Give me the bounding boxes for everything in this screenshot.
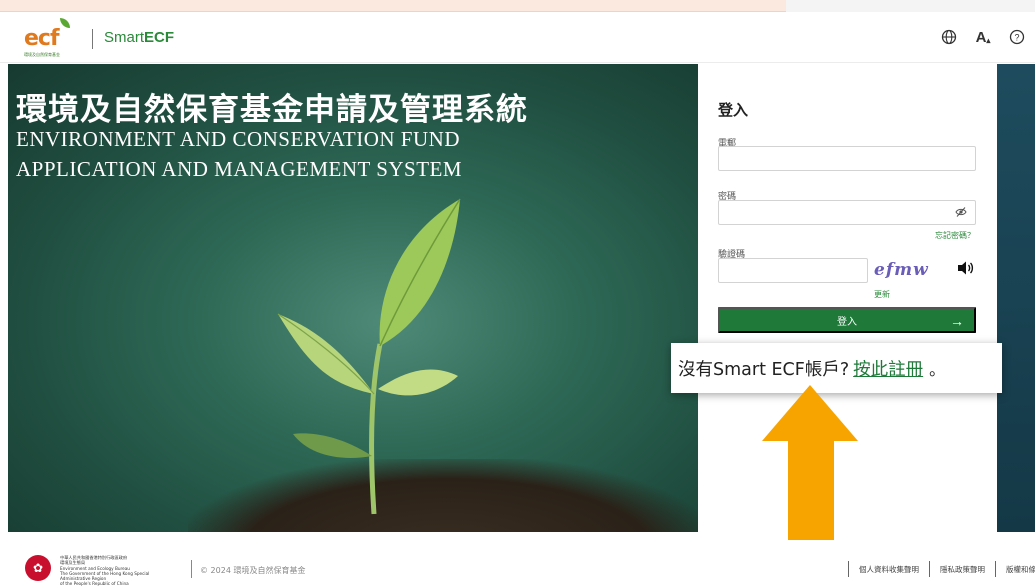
site-header: ecf 環境及自然保育基金 SmartECF A ▴ ? <box>0 13 1035 63</box>
forgot-password-link[interactable]: 忘記密碼？ <box>935 230 975 241</box>
login-panel: 登入 電郵 密碼 忘記密碼？ 驗證碼 efmw 更新 登入 → <box>698 64 997 532</box>
ecf-logo[interactable]: ecf 環境及自然保育基金 <box>24 18 76 62</box>
gov-line-5: of the People's Republic of China <box>60 581 129 587</box>
captcha-field[interactable] <box>718 258 868 283</box>
footer-separator <box>929 561 930 577</box>
smart-ecf-brand: SmartECF <box>104 29 174 46</box>
brand-prefix: Smart <box>104 29 145 46</box>
footer-separator <box>848 561 849 577</box>
globe-icon[interactable] <box>939 27 959 47</box>
ecf-logo-subtitle: 環境及自然保育基金 <box>24 52 60 57</box>
font-size-label: A <box>975 28 987 46</box>
hero-banner: 環境及自然保育基金申請及管理系統 ENVIRONMENT AND CONSERV… <box>8 64 698 532</box>
hero-right-edge <box>997 64 1035 532</box>
footer-separator <box>995 561 996 577</box>
footer-link-personal-data[interactable]: 個人資料收集聲明 <box>859 564 919 575</box>
copyright-text: © 2024 環境及自然保育基金 <box>200 566 306 575</box>
login-title: 登入 <box>718 101 749 119</box>
footer-link-copyright[interactable]: 版權和條件 <box>1006 564 1035 575</box>
header-divider <box>92 29 93 49</box>
font-size-icon[interactable]: A ▴ <box>973 27 993 47</box>
svg-text:?: ? <box>1014 33 1019 43</box>
no-account-text: 沒有Smart ECF帳戶? <box>678 359 850 380</box>
callout-period: 。 <box>929 360 946 379</box>
top-banner-strip <box>0 0 786 12</box>
password-field[interactable] <box>718 200 976 225</box>
orange-arrow-head <box>762 385 858 441</box>
site-footer: ✿ 中華人民共和國香港特別行政區政府 環境及生態局 Environment an… <box>0 540 1035 587</box>
eye-slash-icon[interactable] <box>955 206 967 221</box>
help-icon[interactable]: ? <box>1007 27 1027 47</box>
brand-suffix: ECF <box>144 29 175 46</box>
font-size-small-mark: ▴ <box>986 35 991 45</box>
ecf-logo-text: ecf <box>24 26 60 51</box>
speaker-icon[interactable] <box>956 260 974 280</box>
captcha-refresh-link[interactable]: 更新 <box>874 289 890 300</box>
register-link[interactable]: 按此註冊 <box>853 356 923 381</box>
captcha-image: efmw <box>874 260 929 280</box>
footer-divider <box>191 560 192 578</box>
top-banner-strip-right <box>786 0 1035 12</box>
arrow-right-icon: → <box>950 313 964 329</box>
gov-line-4: The Government of the Hong Kong Special … <box>60 570 150 582</box>
hksar-emblem-icon: ✿ <box>25 555 51 581</box>
header-icon-group: A ▴ ? <box>939 27 1027 47</box>
leaf-icon <box>60 18 70 28</box>
government-label: 中華人民共和國香港特別行政區政府 環境及生態局 Environment and … <box>60 555 180 587</box>
footer-links: 個人資料收集聲明 隱私政策聲明 版權和條件 <box>838 561 1035 577</box>
footer-link-privacy[interactable]: 隱私政策聲明 <box>940 564 985 575</box>
login-button-label: 登入 <box>837 316 857 328</box>
login-button[interactable]: 登入 → <box>718 307 976 333</box>
seedling-illustration <box>277 198 461 515</box>
email-field[interactable] <box>718 146 976 171</box>
